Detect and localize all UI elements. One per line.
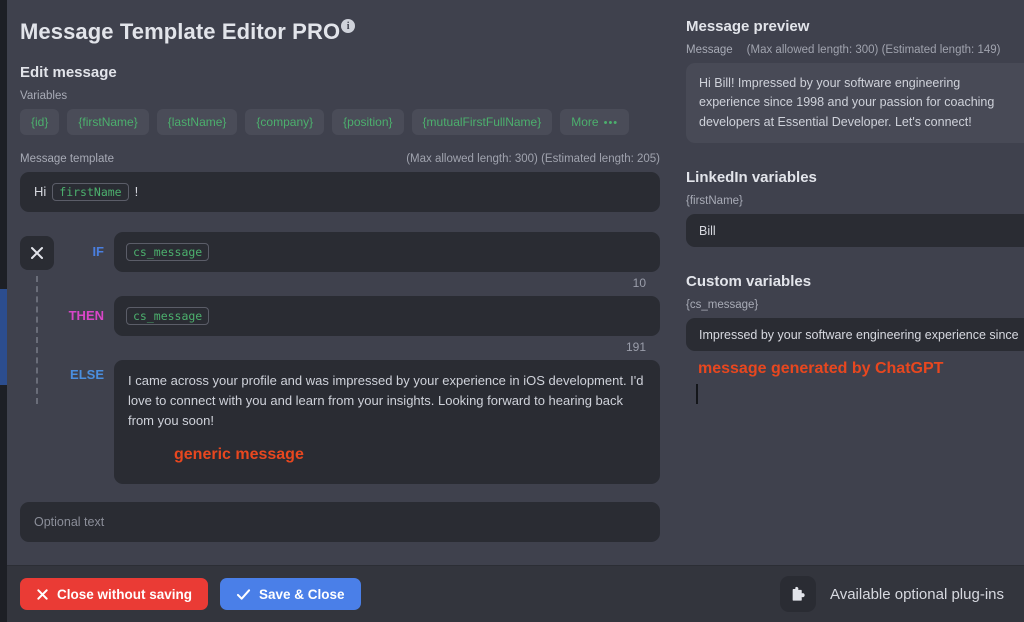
if-token-cs-message[interactable]: cs_message	[126, 242, 210, 261]
preview-label-row: Message (Max allowed length: 300) (Estim…	[686, 44, 1024, 56]
preview-panel: Message preview Message (Max allowed len…	[676, 0, 1024, 565]
message-template-label: Message template	[20, 152, 114, 165]
if-row: IF cs_message	[68, 231, 660, 272]
footer-bar: Close without saving Save & Close Availa…	[0, 565, 1024, 622]
then-token-cs-message[interactable]: cs_message	[126, 306, 210, 325]
preview-message-label: Message	[686, 44, 733, 56]
else-keyword: ELSE	[70, 366, 104, 382]
window-left-edge-bottom	[0, 385, 7, 622]
edit-message-heading: Edit message	[20, 63, 117, 81]
plugins-section: Available optional plug-ins	[779, 576, 1004, 612]
variable-chip-position[interactable]: {position}	[332, 108, 404, 135]
variable-chip-lastname[interactable]: {lastName}	[156, 108, 238, 135]
message-template-editor-window: Message Template Editor PRO i Edit messa…	[0, 0, 1024, 622]
preview-max-length: (Max allowed length: 300)	[746, 44, 879, 56]
then-keyword: THEN	[68, 307, 104, 323]
more-dots-icon: •••	[603, 116, 619, 129]
else-value-input[interactable]: I came across your profile and was impre…	[114, 359, 660, 484]
close-icon	[37, 588, 48, 600]
branch-connector-line	[36, 275, 38, 404]
close-branch-button[interactable]	[20, 235, 54, 270]
message-template-input[interactable]: Hi firstName !	[20, 171, 660, 212]
generic-message-annotation: generic message	[174, 445, 304, 463]
variables-chip-list: {id} {firstName} {lastName} {company} {p…	[20, 108, 660, 135]
custom-variables-heading: Custom variables	[686, 273, 812, 291]
if-keyword: IF	[92, 243, 104, 259]
variables-label: Variables	[20, 89, 68, 102]
if-character-counter: 10	[632, 275, 646, 290]
variable-chip-mutualfirstfullname[interactable]: {mutualFirstFullName}	[411, 108, 553, 135]
variable-chip-more[interactable]: More •••	[560, 108, 630, 135]
template-text-prefix: Hi	[34, 184, 47, 199]
edit-message-panel: Message Template Editor PRO i Edit messa…	[0, 0, 676, 565]
message-preview-body: Hi Bill! Impressed by your software engi…	[686, 63, 1024, 144]
variable-chip-id[interactable]: {id}	[20, 108, 60, 135]
save-and-close-button[interactable]: Save & Close	[220, 578, 361, 610]
chatgpt-annotation: message generated by ChatGPT	[698, 360, 944, 378]
title-row: Message Template Editor PRO i	[20, 18, 660, 46]
custom-variable-input-cs-message[interactable]: Impressed by your software engineering e…	[686, 318, 1024, 352]
content-area: Message Template Editor PRO i Edit messa…	[0, 0, 1024, 565]
optional-text-placeholder: Optional text	[34, 514, 105, 529]
close-without-saving-button[interactable]: Close without saving	[20, 578, 209, 610]
message-template-label-row: Message template (Max allowed length: 30…	[20, 153, 660, 165]
preview-estimated-length: (Estimated length: 149)	[881, 44, 1001, 56]
if-condition-input[interactable]: cs_message	[114, 231, 660, 272]
optional-text-input[interactable]: Optional text	[20, 501, 660, 542]
message-template-length-info: (Max allowed length: 300) (Estimated len…	[406, 153, 660, 165]
message-template-max-length: (Max allowed length: 300)	[406, 152, 538, 165]
linkedin-variables-section: LinkedIn variables {firstName} Bill	[686, 169, 1024, 248]
custom-variables-section: Custom variables {cs_message} Impressed …	[686, 273, 1024, 405]
message-template-estimated-length: (Estimated length: 205)	[541, 152, 660, 165]
plugins-icon-button[interactable]	[779, 576, 816, 612]
window-left-edge-top	[0, 0, 7, 289]
footer-actions: Close without saving Save & Close	[20, 578, 361, 610]
then-character-counter: 191	[625, 339, 646, 354]
close-icon	[31, 246, 43, 259]
message-preview-heading: Message preview	[686, 18, 810, 35]
else-value-text: I came across your profile and was impre…	[128, 372, 644, 428]
linkedin-variable-input-firstname[interactable]: Bill	[686, 214, 1024, 248]
conditional-block: IF cs_message 10 THEN cs_message 191 ELS…	[20, 231, 660, 484]
info-icon[interactable]: i	[341, 19, 356, 33]
linkedin-variables-heading: LinkedIn variables	[686, 169, 817, 187]
puzzle-piece-icon	[792, 586, 805, 601]
text-caret	[696, 384, 698, 405]
window-left-edge-highlight	[0, 289, 7, 385]
check-icon	[236, 588, 251, 600]
variable-chip-company[interactable]: {company}	[245, 108, 325, 135]
preview-length-info: (Max allowed length: 300) (Estimated len…	[747, 44, 1001, 56]
then-value-input[interactable]: cs_message	[114, 295, 660, 336]
plugins-label: Available optional plug-ins	[829, 585, 1004, 603]
save-and-close-label: Save & Close	[259, 586, 345, 602]
more-label: More	[571, 114, 599, 129]
template-text-suffix: !	[134, 184, 139, 199]
variable-chip-firstname[interactable]: {firstName}	[67, 108, 149, 135]
close-without-saving-label: Close without saving	[57, 586, 193, 602]
custom-variable-name-cs-message: {cs_message}	[686, 299, 759, 312]
else-row: ELSE I came across your profile and was …	[68, 359, 660, 484]
linkedin-variable-name-firstname: {firstName}	[686, 195, 743, 208]
then-row: THEN cs_message	[68, 295, 660, 336]
template-token-firstname[interactable]: firstName	[52, 182, 129, 201]
page-title: Message Template Editor PRO	[20, 19, 341, 44]
